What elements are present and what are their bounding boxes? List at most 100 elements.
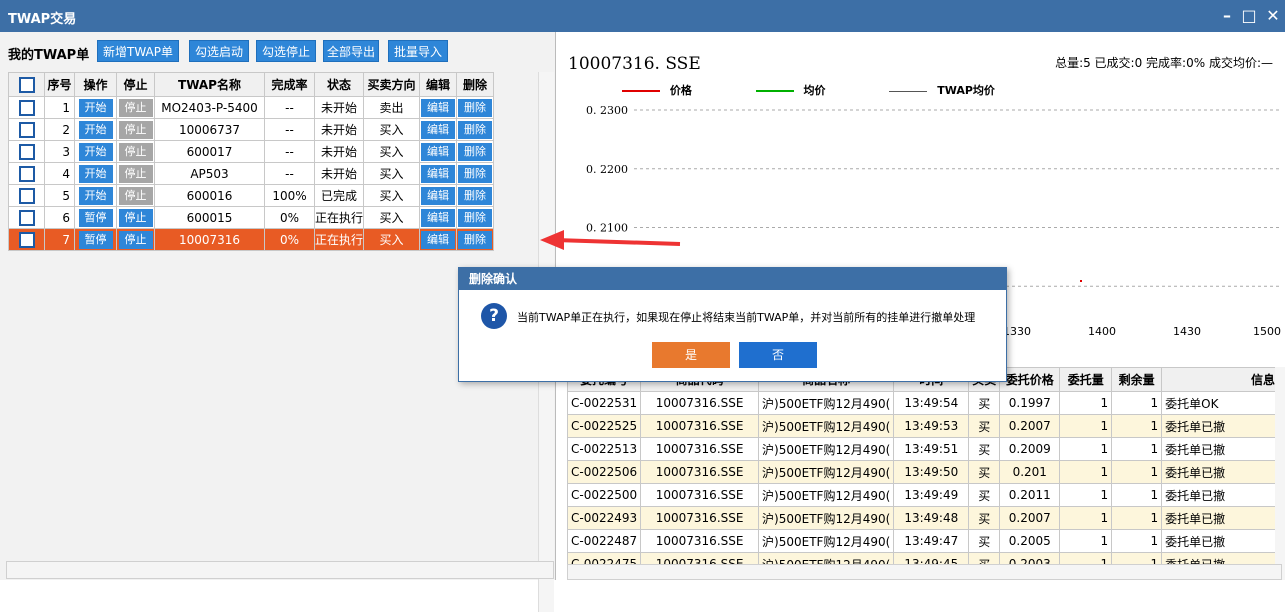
no-button[interactable]: 否 — [739, 342, 817, 368]
row-checkbox[interactable] — [8, 140, 45, 163]
delete-button[interactable]: 删除 — [458, 142, 493, 161]
twap-row[interactable]: 5 开始 停止 600016 100% 已完成 买入 编辑 删除 — [8, 184, 495, 207]
minimize-button[interactable]: – — [1216, 5, 1238, 27]
edit-button[interactable]: 编辑 — [421, 142, 456, 161]
export-all-button[interactable]: 全部导出 — [323, 40, 379, 62]
order-info: 委托单已撤 — [1161, 529, 1279, 553]
row-status: 未开始 — [313, 118, 365, 141]
row-no: 7 — [44, 228, 75, 251]
edit-button[interactable]: 编辑 — [421, 164, 456, 183]
header-delete: 删除 — [456, 72, 495, 97]
delete-button[interactable]: 删除 — [458, 120, 493, 139]
op-button[interactable]: 开始 — [78, 98, 113, 117]
edit-button[interactable]: 编辑 — [421, 208, 456, 227]
order-qty: 1 — [1059, 529, 1113, 553]
edit-button[interactable]: 编辑 — [421, 120, 456, 139]
op-button[interactable]: 开始 — [78, 164, 113, 183]
batch-import-button[interactable]: 批量导入 — [388, 40, 448, 62]
header-op: 操作 — [74, 72, 117, 97]
edit-button[interactable]: 编辑 — [421, 230, 456, 249]
op-button[interactable]: 暂停 — [78, 230, 113, 249]
oh-qty: 委托量 — [1059, 367, 1113, 392]
header-name: TWAP名称 — [154, 72, 265, 97]
header-no: 序号 — [44, 72, 75, 97]
order-qty: 1 — [1059, 391, 1113, 415]
stop-button[interactable]: 停止 — [118, 208, 153, 227]
order-name: 沪)500ETF购12月490( — [758, 391, 895, 415]
orders-horizontal-scrollbar[interactable] — [567, 564, 1282, 580]
order-id: C-0022500 — [567, 483, 642, 507]
stop-button[interactable]: 停止 — [118, 98, 153, 117]
order-id: C-0022525 — [567, 414, 642, 438]
row-checkbox[interactable] — [8, 228, 45, 251]
orders-vertical-scrollbar[interactable] — [1275, 367, 1285, 580]
row-checkbox[interactable] — [8, 206, 45, 229]
horizontal-scrollbar[interactable] — [6, 561, 554, 579]
stop-button[interactable]: 停止 — [118, 142, 153, 161]
row-checkbox[interactable] — [8, 118, 45, 141]
order-side: 买 — [968, 460, 1001, 484]
order-row[interactable]: C-0022487 10007316.SSE 沪)500ETF购12月490(13:… — [567, 529, 1279, 553]
row-no: 2 — [44, 118, 75, 141]
order-side: 买 — [968, 529, 1001, 553]
delete-button[interactable]: 删除 — [458, 98, 493, 117]
row-name: 600015 — [154, 206, 265, 229]
stop-button-cell: 停止 — [116, 162, 155, 185]
order-info: 委托单已撤 — [1161, 506, 1279, 530]
order-side: 买 — [968, 437, 1001, 461]
twap-row[interactable]: 1 开始 停止 MO2403-P-5400 -- 未开始 卖出 编辑 删除 — [8, 96, 495, 119]
row-rate: 100% — [264, 184, 315, 207]
twap-row[interactable]: 2 开始 停止 10006737 -- 未开始 买入 编辑 删除 — [8, 118, 495, 141]
stop-selected-button[interactable]: 勾选停止 — [256, 40, 316, 62]
close-button[interactable]: ✕ — [1262, 5, 1284, 27]
order-row[interactable]: C-0022531 10007316.SSE 沪)500ETF购12月490(13:… — [567, 391, 1279, 415]
stop-button[interactable]: 停止 — [118, 120, 153, 139]
row-checkbox[interactable] — [8, 96, 45, 119]
delete-button[interactable]: 删除 — [458, 186, 493, 205]
order-code: 10007316.SSE — [640, 506, 760, 530]
stop-button[interactable]: 停止 — [118, 230, 153, 249]
op-button[interactable]: 开始 — [78, 120, 113, 139]
select-all-checkbox[interactable] — [8, 72, 45, 97]
order-remain: 1 — [1111, 529, 1163, 553]
order-name: 沪)500ETF购12月490( — [758, 483, 895, 507]
order-info: 委托单已撤 — [1161, 460, 1279, 484]
op-button[interactable]: 暂停 — [78, 208, 113, 227]
row-checkbox[interactable] — [8, 162, 45, 185]
order-row[interactable]: C-0022493 10007316.SSE 沪)500ETF购12月490(13:… — [567, 506, 1279, 530]
add-twap-button[interactable]: 新增TWAP单 — [97, 40, 179, 62]
delete-button[interactable]: 删除 — [458, 208, 493, 227]
row-rate: 0% — [264, 206, 315, 229]
order-qty: 1 — [1059, 437, 1113, 461]
twap-row[interactable]: 6 暂停 停止 600015 0% 正在执行 买入 编辑 删除 — [8, 206, 495, 229]
op-button[interactable]: 开始 — [78, 142, 113, 161]
order-row[interactable]: C-0022500 10007316.SSE 沪)500ETF购12月490(13:… — [567, 483, 1279, 507]
stop-button[interactable]: 停止 — [118, 164, 153, 183]
delete-button[interactable]: 删除 — [458, 230, 493, 249]
order-price: 0.2005 — [999, 529, 1061, 553]
delete-button[interactable]: 删除 — [458, 164, 493, 183]
row-status: 正在执行 — [313, 206, 365, 229]
edit-button[interactable]: 编辑 — [421, 186, 456, 205]
legend-price-swatch — [622, 90, 660, 92]
order-row[interactable]: C-0022525 10007316.SSE 沪)500ETF购12月490(13:… — [567, 414, 1279, 438]
stop-button[interactable]: 停止 — [118, 186, 153, 205]
order-qty: 1 — [1059, 414, 1113, 438]
order-qty: 1 — [1059, 483, 1113, 507]
order-row[interactable]: C-0022506 10007316.SSE 沪)500ETF购12月490(13:… — [567, 460, 1279, 484]
row-rate: 0% — [264, 228, 315, 251]
op-button[interactable]: 开始 — [78, 186, 113, 205]
edit-button[interactable]: 编辑 — [421, 98, 456, 117]
row-checkbox[interactable] — [8, 184, 45, 207]
row-status: 未开始 — [313, 140, 365, 163]
maximize-button[interactable]: □ — [1238, 5, 1260, 27]
order-remain: 1 — [1111, 414, 1163, 438]
twap-row[interactable]: 3 开始 停止 600017 -- 未开始 买入 编辑 删除 — [8, 140, 495, 163]
yes-button[interactable]: 是 — [652, 342, 730, 368]
twap-grid: 序号 操作 停止 TWAP名称 完成率 状态 买卖方向 编辑 删除 1 开始 停止 M… — [8, 72, 538, 267]
twap-row[interactable]: 7 暂停 停止 10007316 0% 正在执行 买入 编辑 删除 — [8, 228, 495, 251]
start-selected-button[interactable]: 勾选启动 — [189, 40, 249, 62]
edit-button-cell: 编辑 — [419, 96, 458, 119]
twap-row[interactable]: 4 开始 停止 AP503 -- 未开始 买入 编辑 删除 — [8, 162, 495, 185]
order-row[interactable]: C-0022513 10007316.SSE 沪)500ETF购12月490(13:… — [567, 437, 1279, 461]
